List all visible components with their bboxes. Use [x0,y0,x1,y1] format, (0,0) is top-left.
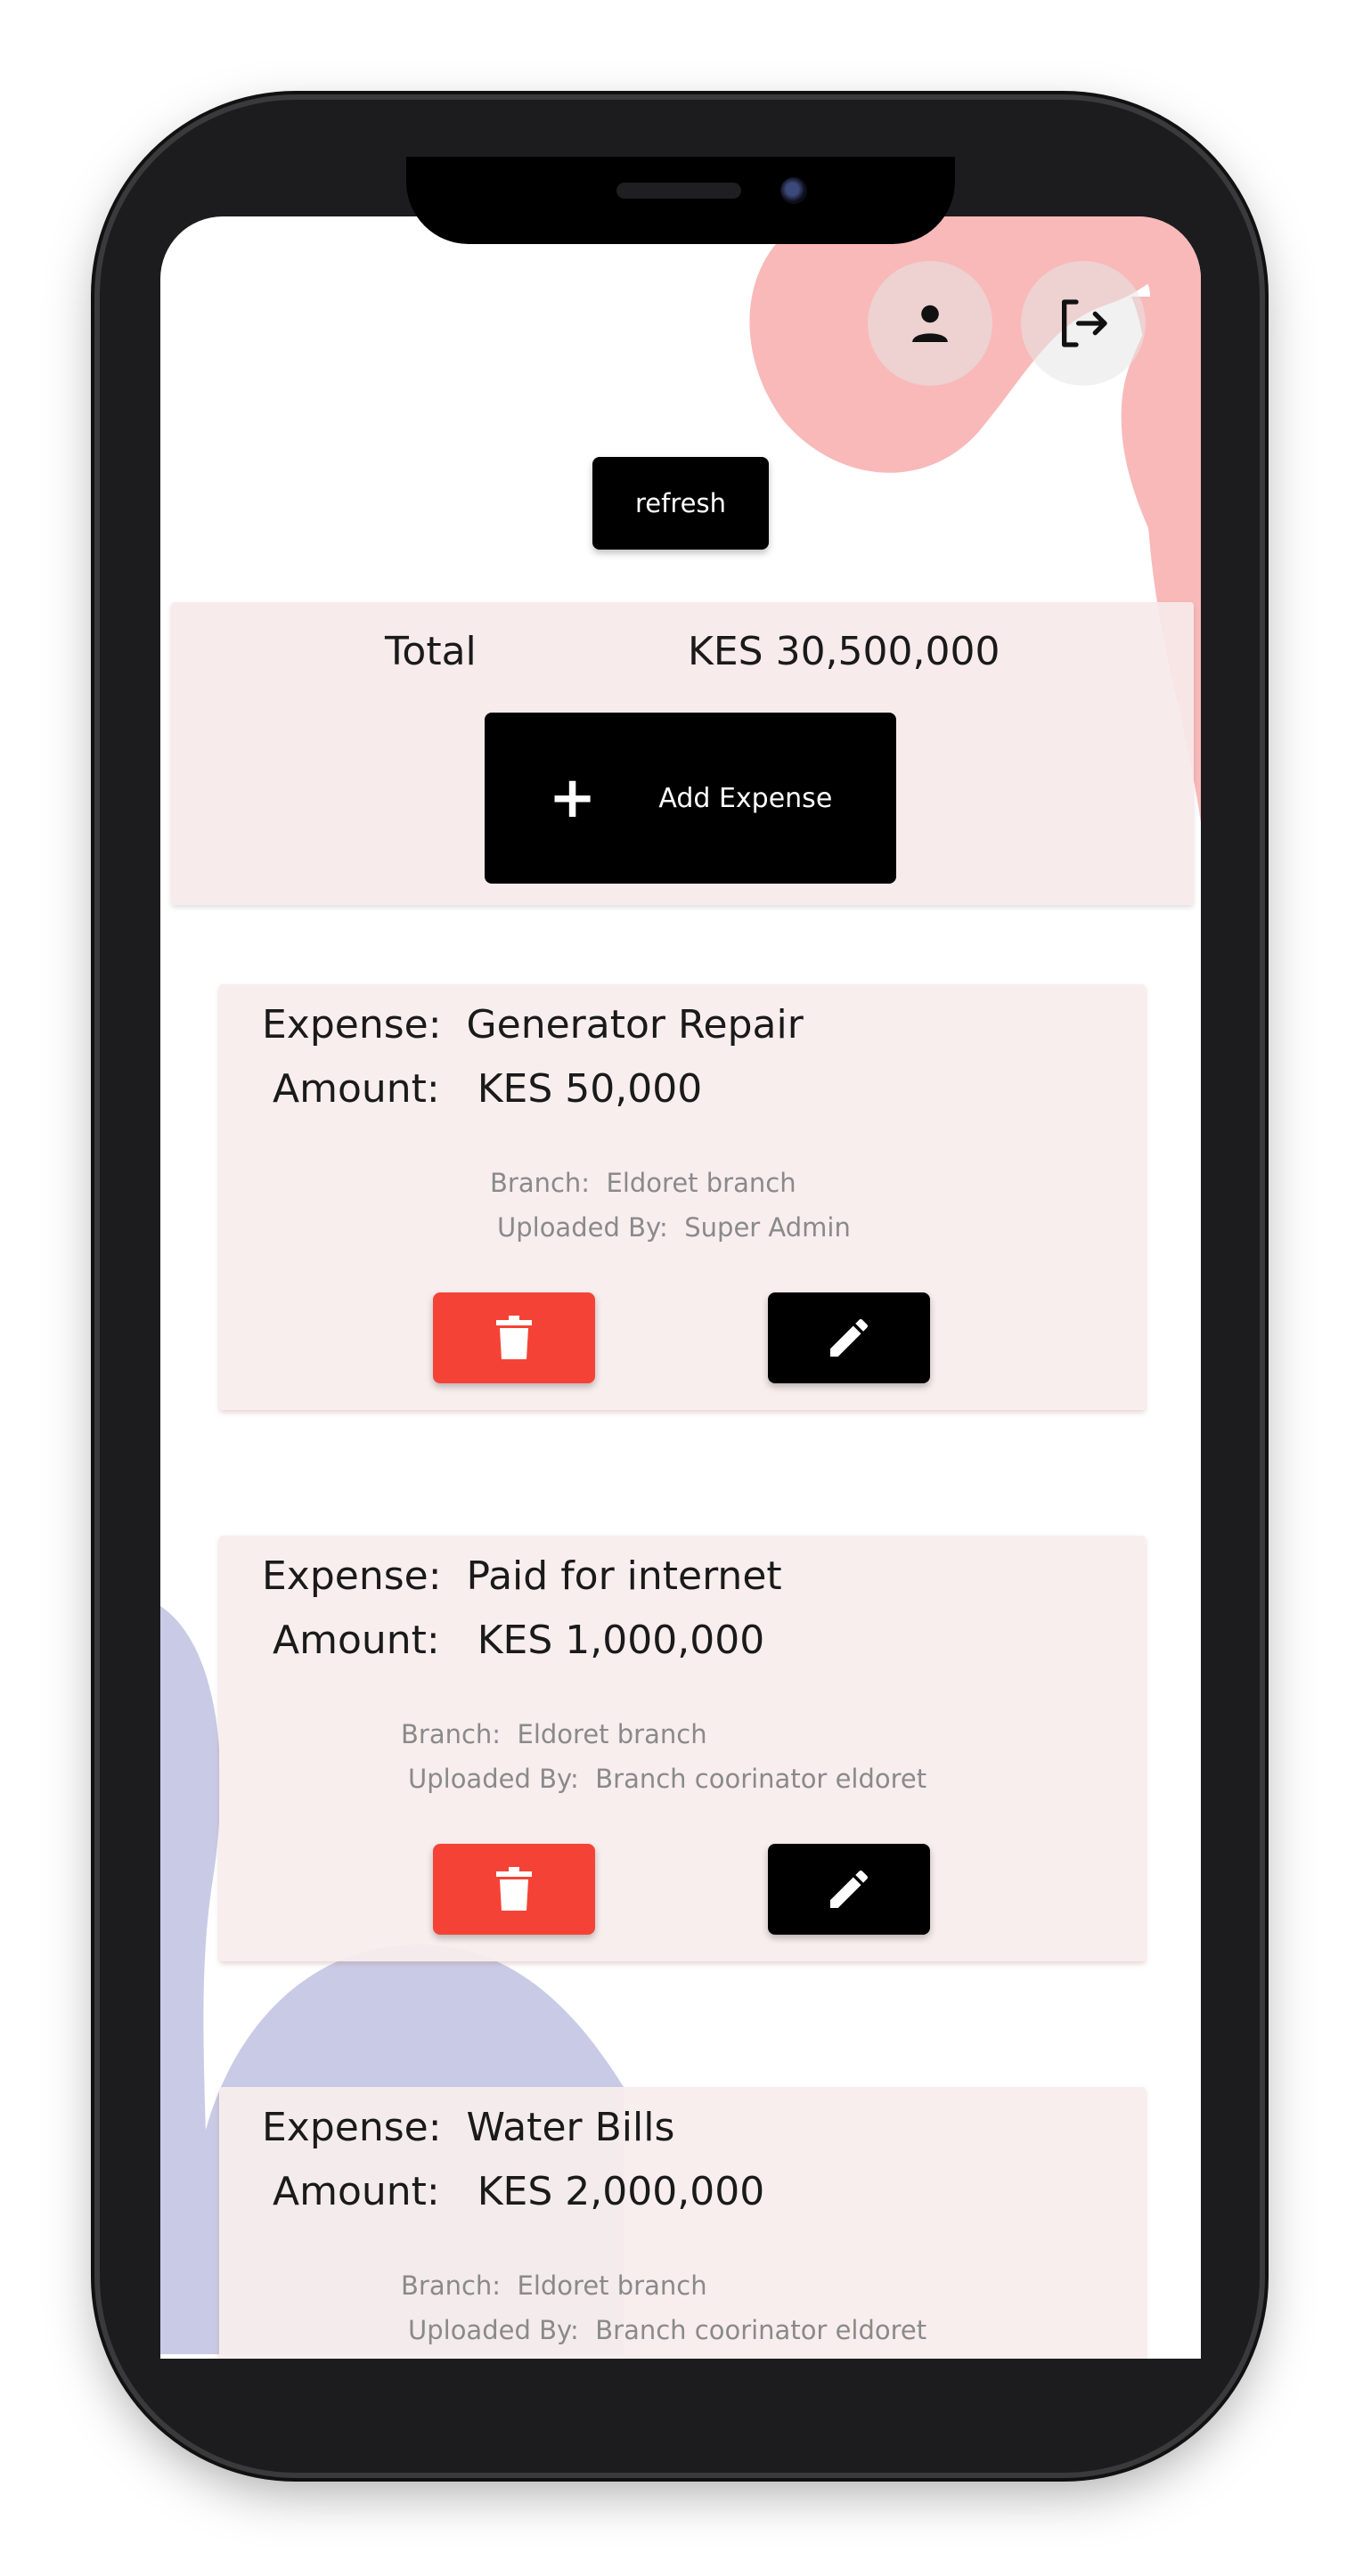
plus-icon: + [548,765,597,831]
trash-icon [496,1867,532,1911]
uploaded-value: Branch coorinator eldoret [595,1764,927,1794]
uploaded-by-line: Uploaded By: Branch coorinator eldoret [219,2315,1201,2345]
expense-card: Expense: Generator Repair Amount: KES 50… [219,984,1146,1410]
add-expense-button[interactable]: + Add Expense [485,713,896,884]
uploaded-by-line: Uploaded By: Super Admin [219,1212,1201,1243]
refresh-button[interactable]: refresh [592,457,769,550]
expense-label: Expense: [262,2105,442,2150]
total-label: Total [385,629,477,674]
expense-title: Expense: Generator Repair [262,1002,804,1048]
expense-card: Expense: Paid for internet Amount: KES 1… [219,1536,1146,1961]
expense-name: Generator Repair [466,1002,804,1048]
expense-label: Expense: [262,1553,442,1599]
branch-line: Branch: Eldoret branch [219,1719,1201,1749]
expense-amount: Amount: KES 2,000,000 [273,2169,764,2214]
logout-icon [1062,299,1107,347]
add-expense-label: Add Expense [658,782,833,814]
phone-notch [406,157,955,244]
pencil-icon [830,1870,869,1908]
expense-amount: Amount: KES 1,000,000 [273,1618,764,1663]
total-value: KES 30,500,000 [688,629,1000,674]
expense-summary-card: Total KES 30,500,000 + Add Expense [171,602,1194,905]
branch-label: Branch: [490,1168,591,1198]
uploaded-label: Uploaded By: [408,2315,579,2345]
uploaded-value: Branch coorinator eldoret [595,2315,927,2345]
refresh-label: refresh [635,488,726,518]
front-camera [780,177,807,204]
branch-label: Branch: [401,1719,502,1749]
uploaded-label: Uploaded By: [408,1764,579,1794]
branch-line: Branch: Eldoret branch [219,1168,1201,1198]
expense-name: Paid for internet [466,1553,782,1599]
delete-button[interactable] [433,1292,595,1383]
logout-button[interactable] [1021,261,1146,386]
branch-value: Eldoret branch [517,2270,707,2301]
expense-title: Expense: Paid for internet [262,1553,782,1599]
branch-value: Eldoret branch [517,1719,707,1749]
delete-button[interactable] [433,1844,595,1935]
phone-speaker [616,183,741,199]
profile-button[interactable] [868,261,992,386]
amount-label: Amount: [273,2169,440,2214]
amount-value: KES 50,000 [477,1066,703,1112]
branch-value: Eldoret branch [606,1168,796,1198]
branch-line: Branch: Eldoret branch [219,2270,1201,2301]
uploaded-label: Uploaded By: [497,1212,668,1243]
branch-label: Branch: [401,2270,502,2301]
expense-card: Expense: Water Bills Amount: KES 2,000,0… [219,2087,1146,2359]
expense-name: Water Bills [466,2105,675,2150]
pencil-icon [830,1318,869,1357]
expense-label: Expense: [262,1002,442,1048]
expense-title: Expense: Water Bills [262,2105,674,2150]
amount-label: Amount: [273,1618,440,1663]
edit-button[interactable] [768,1292,930,1383]
trash-icon [496,1316,532,1359]
amount-label: Amount: [273,1066,440,1112]
uploaded-value: Super Admin [684,1212,851,1243]
uploaded-by-line: Uploaded By: Branch coorinator eldoret [219,1764,1201,1794]
amount-value: KES 2,000,000 [477,2169,765,2214]
person-icon [912,305,948,342]
expense-amount: Amount: KES 50,000 [273,1066,702,1112]
edit-button[interactable] [768,1844,930,1935]
app-screen: refresh Total KES 30,500,000 + Add Expen… [160,216,1201,2359]
amount-value: KES 1,000,000 [477,1618,765,1663]
